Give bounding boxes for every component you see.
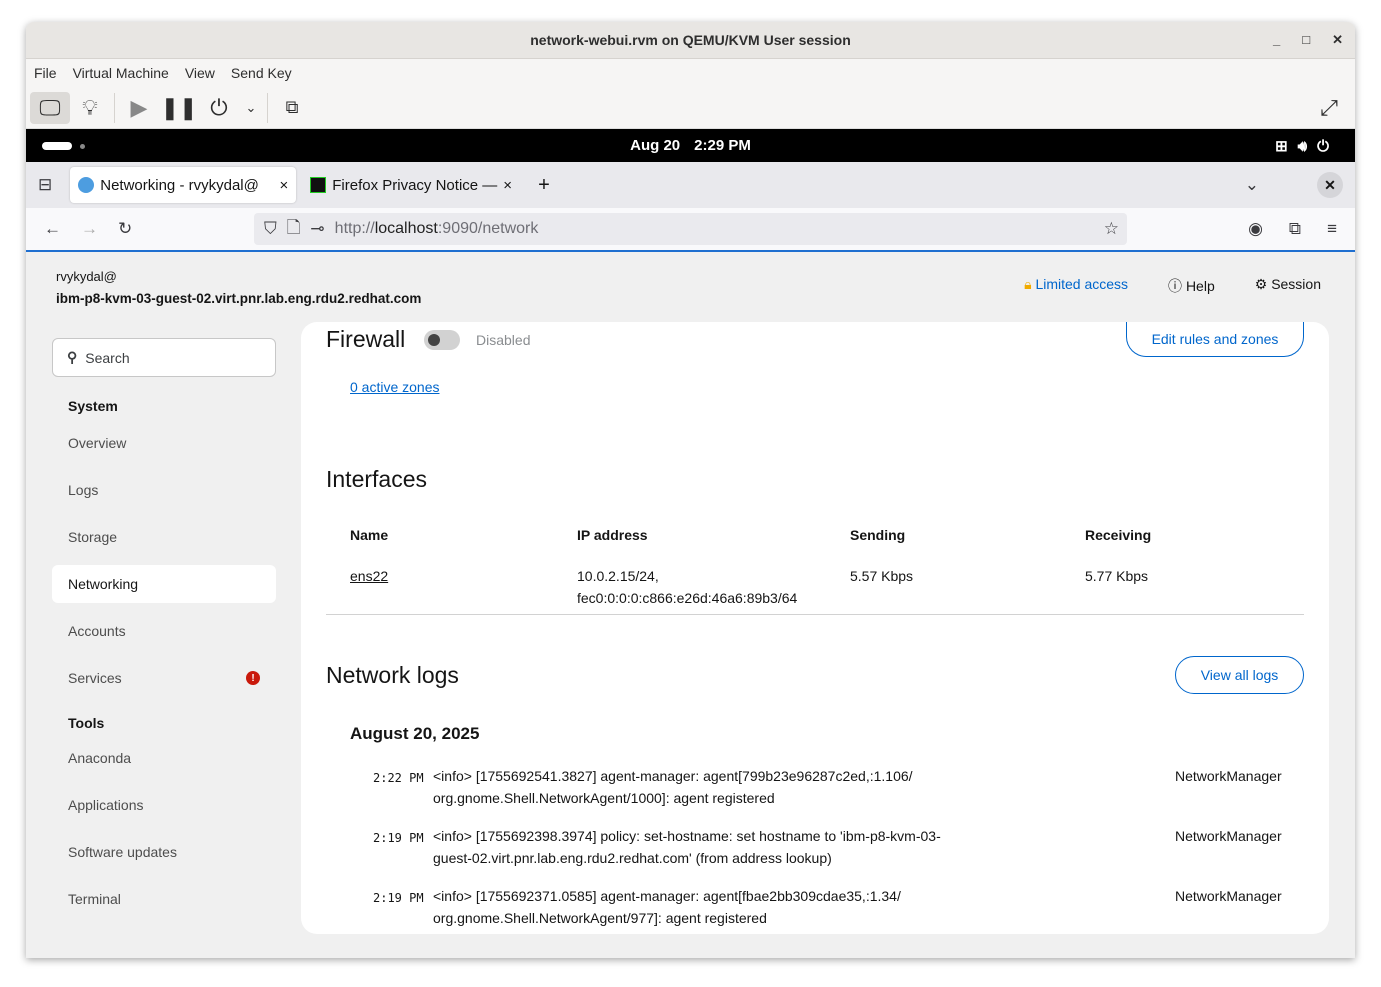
gear-icon: ⚙ [1254, 276, 1268, 292]
host-name[interactable]: ibm-p8-kvm-03-guest-02.virt.pnr.lab.eng.… [56, 288, 421, 310]
sending-rate: 5.57 Kbps [850, 568, 914, 584]
firewall-state: Disabled [476, 332, 531, 348]
sidebar-item-terminal[interactable]: Terminal [52, 880, 276, 918]
system-status-icons[interactable]: ⊞🔊︎⏻ [1275, 137, 1339, 155]
col-receiving[interactable]: Receiving [1085, 527, 1151, 543]
browser-tab-bar: ⊟ Networking - rvykydal@ × Firefox Priva… [26, 162, 1355, 208]
close-window-icon[interactable]: ✕ [1317, 172, 1343, 198]
edit-rules-button[interactable]: Edit rules and zones [1126, 322, 1304, 357]
url-prefix: http:// [334, 220, 375, 237]
forward-icon[interactable]: → [81, 219, 98, 239]
url-path: :9090/network [437, 220, 539, 237]
extensions-icon[interactable]: ⧉ [1289, 219, 1301, 239]
sidebar-item-storage[interactable]: Storage [52, 518, 276, 556]
minimize-button[interactable]: _ [1273, 32, 1280, 48]
cockpit-page: rvykydal@ ibm-p8-kvm-03-guest-02.virt.pn… [26, 252, 1355, 958]
run-icon[interactable]: ▶ [119, 92, 159, 124]
close-tab-icon[interactable]: × [279, 177, 288, 194]
sidebar-item-networking[interactable]: Networking [52, 565, 276, 603]
power-icon[interactable]: ⏻ [199, 92, 239, 124]
col-name[interactable]: Name [350, 527, 388, 543]
interface-link[interactable]: ens22 [350, 565, 388, 587]
sidebar-item-overview[interactable]: Overview [52, 424, 276, 462]
menu-view[interactable]: View [185, 65, 215, 81]
gnome-top-bar: Aug 20 2:29 PM ⊞🔊︎⏻ [26, 129, 1355, 162]
sidebar-item-anaconda[interactable]: Anaconda [52, 739, 276, 777]
snapshots-icon[interactable]: ⧉ [272, 92, 312, 124]
menu-file[interactable]: File [34, 65, 57, 81]
error-icon: ! [246, 671, 260, 685]
details-lightbulb-icon[interactable]: 💡︎ [70, 92, 110, 124]
col-sending[interactable]: Sending [850, 527, 905, 543]
tab-networking[interactable]: Networking - rvykydal@ × [70, 167, 297, 203]
url-bar[interactable]: ⛉ 🗋 ⊸ http://localhost:9090/network ☆ [254, 213, 1127, 245]
interfaces-title: Interfaces [326, 466, 427, 492]
clock-time[interactable]: 2:29 PM [694, 137, 751, 154]
search-input[interactable]: ⚲ Search [52, 338, 276, 377]
sidebar-item-services[interactable]: Services! [52, 659, 276, 697]
tab-overview-icon[interactable]: ⊟ [38, 175, 52, 195]
title-bar: network-webui.rvm on QEMU/KVM User sessi… [26, 22, 1355, 59]
key-icon[interactable]: ⊸ [310, 219, 324, 239]
reload-icon[interactable]: ↻ [118, 219, 132, 239]
url-host: localhost [374, 220, 438, 237]
fullscreen-icon[interactable]: ⤢ [1309, 92, 1349, 124]
sidebar-item-logs[interactable]: Logs [52, 471, 276, 509]
firewall-title: Firewall [326, 326, 406, 352]
bookmark-star-icon[interactable]: ☆ [1104, 219, 1119, 239]
networking-main: Firewall Disabled Edit rules and zones 0… [301, 322, 1329, 934]
receiving-rate: 5.77 Kbps [1085, 568, 1149, 584]
activities-indicator[interactable] [42, 142, 72, 150]
firewall-toggle[interactable] [424, 330, 460, 350]
tab-privacy-notice[interactable]: Firefox Privacy Notice — × [302, 167, 520, 203]
tab-label: Firefox Privacy Notice — [332, 176, 498, 194]
account-icon[interactable]: ◉ [1248, 219, 1263, 239]
sidebar-item-applications[interactable]: Applications [52, 786, 276, 824]
maximize-button[interactable]: □ [1302, 32, 1310, 48]
log-date-heading: August 20, 2025 [350, 724, 480, 743]
sidebar: ⚲ Search System Overview Logs Storage Net… [52, 338, 276, 918]
active-zones-link[interactable]: 0 active zones [350, 379, 440, 395]
tab-label: Networking - rvykydal@ [100, 176, 259, 194]
search-icon: ⚲ [67, 349, 78, 365]
session-button[interactable]: ⚙ Session [1255, 276, 1321, 296]
pause-icon[interactable]: ❚❚ [159, 92, 199, 124]
new-tab-icon[interactable]: + [538, 174, 550, 197]
network-logs-title: Network logs [326, 662, 459, 688]
sidebar-item-software-updates[interactable]: Software updates [52, 833, 276, 871]
list-tabs-chevron-icon[interactable]: ⌄ [1245, 175, 1259, 195]
sidebar-group-tools: Tools [68, 715, 105, 731]
navigation-bar: ← → ↻ ⛉ 🗋 ⊸ http://localhost:9090/networ… [26, 208, 1355, 252]
ip-address: 10.0.2.15/24, fec0:0:0:0:c866:e26d:46a6:8… [577, 568, 798, 606]
help-button[interactable]: ⓘ Help [1168, 276, 1215, 296]
vm-toolbar: 🖵 💡︎ ▶ ❚❚ ⏻ ⌄ ⧉ ⤢ [26, 87, 1355, 129]
cockpit-favicon-icon [78, 177, 95, 193]
divider [326, 614, 1304, 615]
menu-hamburger-icon[interactable]: ≡ [1327, 219, 1337, 239]
view-all-logs-button[interactable]: View all logs [1175, 656, 1304, 694]
lock-icon: 🔒︎ [1024, 276, 1032, 292]
clock-date[interactable]: Aug 20 [630, 137, 680, 154]
vm-window: network-webui.rvm on QEMU/KVM User sessi… [26, 22, 1355, 958]
user-name: rvykydal@ [56, 269, 117, 284]
chevron-down-icon[interactable]: ⌄ [239, 92, 263, 124]
menu-send-key[interactable]: Send Key [231, 65, 292, 81]
shield-icon[interactable]: ⛉ [264, 219, 277, 239]
menu-virtual-machine[interactable]: Virtual Machine [73, 65, 169, 81]
menu-bar: File Virtual Machine View Send Key [26, 59, 1355, 87]
console-icon[interactable]: 🖵 [30, 91, 70, 124]
close-button[interactable]: ✕ [1332, 32, 1343, 48]
page-icon[interactable]: 🗋 [287, 215, 301, 244]
close-tab-icon[interactable]: × [503, 177, 512, 194]
limited-access-button[interactable]: 🔒︎ Limited access [1024, 276, 1128, 296]
sidebar-item-accounts[interactable]: Accounts [52, 612, 276, 650]
firefox-favicon-icon [310, 177, 327, 193]
sidebar-group-system: System [68, 398, 118, 414]
window-title: network-webui.rvm on QEMU/KVM User sessi… [530, 32, 851, 48]
col-ip[interactable]: IP address [577, 527, 648, 543]
help-icon: ⓘ [1168, 278, 1183, 294]
back-icon[interactable]: ← [44, 219, 61, 239]
